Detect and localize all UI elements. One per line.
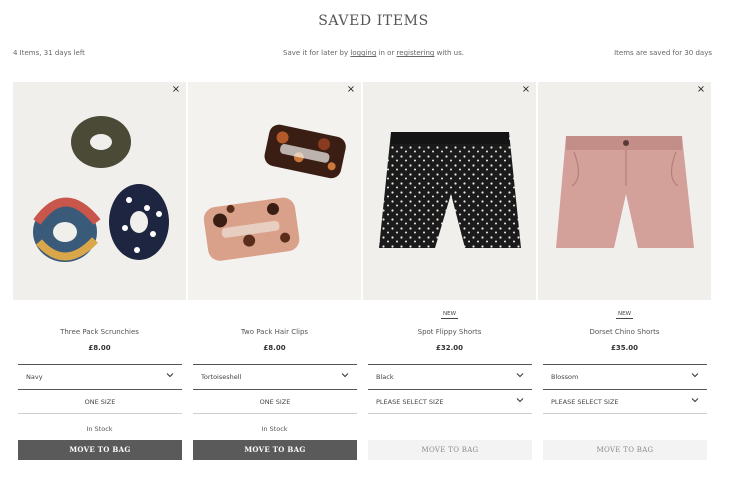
spot-shorts-illustration [379,132,521,248]
new-badge: NEW [538,311,711,319]
save-later-mid: in or [376,49,397,57]
size-select[interactable]: ONE SIZE [193,389,357,413]
color-select-value: Tortoiseshell [201,373,242,381]
color-select-value: Black [376,373,394,381]
saved-item-card: × NEW Dorset Chino Shorts £35.00 Blossom… [538,82,711,460]
product-name[interactable]: Spot Flippy Shorts [363,328,536,336]
retention-info: Items are saved for 30 days [614,49,712,57]
product-image-hair-clips[interactable]: × [188,82,361,300]
product-image-scrunchies[interactable]: × [13,82,186,300]
divider [193,413,357,414]
product-price: £32.00 [435,344,463,352]
login-link[interactable]: logging [350,49,376,57]
remove-item-icon[interactable]: × [170,84,182,96]
remove-item-icon[interactable]: × [345,84,357,96]
remove-item-icon[interactable]: × [695,84,707,96]
saved-item-card: × NEW Spot Flippy Shorts £32.00 Black PL… [363,82,536,460]
chevron-down-icon [516,398,524,403]
size-select-value: ONE SIZE [84,398,116,406]
new-badge-label: NEW [615,311,634,319]
move-to-bag-button[interactable]: MOVE TO BAG [543,440,707,460]
chevron-down-icon [166,373,174,378]
saved-item-card: × Two Pack Hair Clips £8.00 Tortoiseshel… [188,82,361,460]
stock-status: In Stock [261,425,288,433]
move-to-bag-button[interactable]: MOVE TO BAG [368,440,532,460]
color-select-value: Navy [26,373,43,381]
color-select[interactable]: Blossom [543,364,707,388]
divider [18,413,182,414]
product-name[interactable]: Dorset Chino Shorts [538,328,711,336]
color-select[interactable]: Tortoiseshell [193,364,357,388]
color-select[interactable]: Black [368,364,532,388]
save-later-text: Save it for later by [283,49,351,57]
chevron-down-icon [341,373,349,378]
page-title: SAVED ITEMS [318,13,429,29]
save-later-suffix: with us. [434,49,464,57]
size-select-value: PLEASE SELECT SIZE [551,398,619,406]
new-badge: NEW [363,311,536,319]
product-name[interactable]: Three Pack Scrunchies [13,328,186,336]
product-price: £35.00 [610,344,638,352]
chevron-down-icon [691,373,699,378]
scrunchies-illustration [33,116,169,262]
product-image-chino-shorts[interactable]: × [538,82,711,300]
size-select[interactable]: PLEASE SELECT SIZE [543,389,707,413]
size-select[interactable]: PLEASE SELECT SIZE [368,389,532,413]
stock-status: In Stock [86,425,113,433]
size-select[interactable]: ONE SIZE [18,389,182,413]
saved-item-card: × Three Pack Scrunchies £8.00 Navy ONE S… [13,82,186,460]
product-price: £8.00 [263,344,286,352]
new-badge-label: NEW [440,311,459,319]
move-to-bag-button[interactable]: MOVE TO BAG [18,440,182,460]
remove-item-icon[interactable]: × [520,84,532,96]
register-link[interactable]: registering [397,49,435,57]
product-image-spot-shorts[interactable]: × [363,82,536,300]
size-select-value: PLEASE SELECT SIZE [376,398,444,406]
product-price: £8.00 [88,344,111,352]
color-select-value: Blossom [551,373,579,381]
move-to-bag-button[interactable]: MOVE TO BAG [193,440,357,460]
color-select[interactable]: Navy [18,364,182,388]
chevron-down-icon [691,398,699,403]
chevron-down-icon [516,373,524,378]
divider [543,413,707,414]
chino-shorts-illustration [556,136,694,248]
product-name[interactable]: Two Pack Hair Clips [188,328,361,336]
divider [368,413,532,414]
hair-clips-illustration [203,124,346,261]
size-select-value: ONE SIZE [259,398,291,406]
